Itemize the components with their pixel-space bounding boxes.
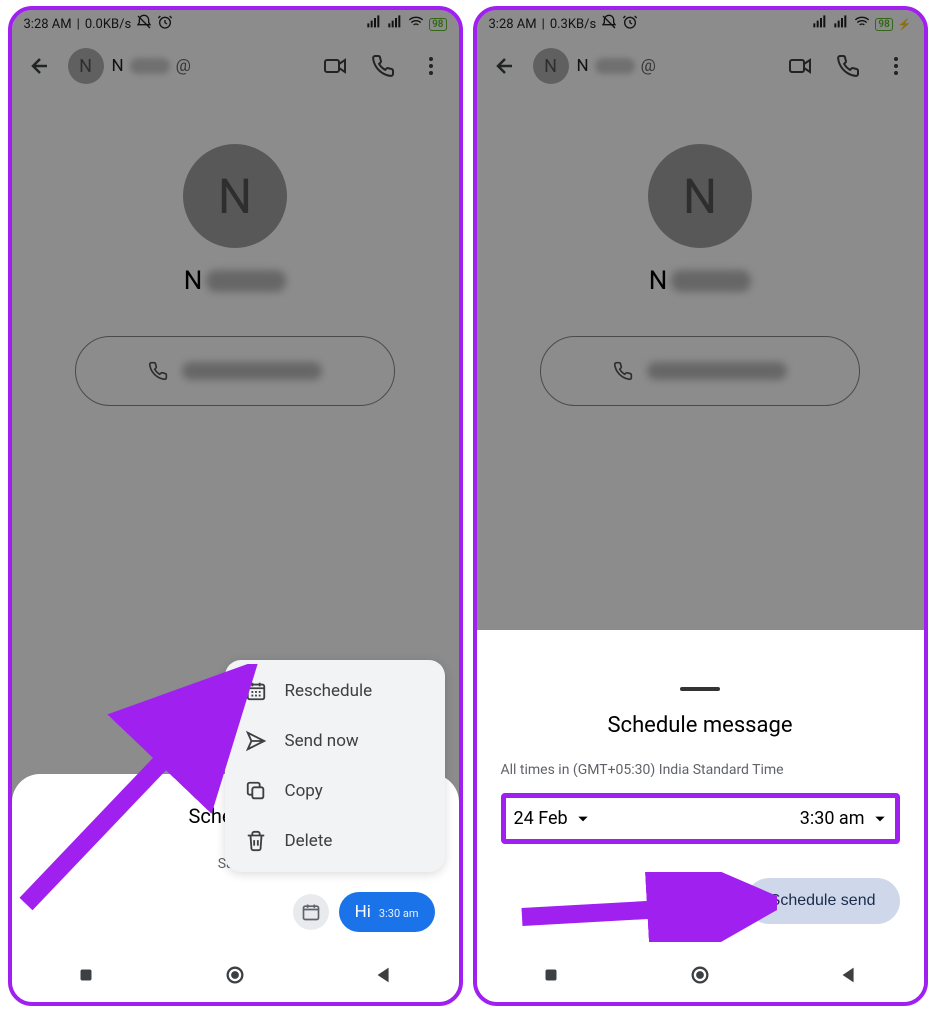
schedule-sheet: Schedule message All times in (GMT+05:30…	[477, 671, 924, 948]
contact-avatar-small[interactable]: N	[533, 48, 569, 84]
back-button[interactable]	[20, 46, 60, 86]
contact-name-large: N	[184, 266, 287, 296]
more-button[interactable]	[876, 46, 916, 86]
menu-copy[interactable]: Copy	[225, 766, 445, 816]
date-picker[interactable]: 24 Feb	[514, 808, 590, 829]
video-call-button[interactable]	[780, 46, 820, 86]
menu-label: Delete	[285, 831, 333, 851]
phone-number-chip[interactable]	[75, 336, 395, 406]
app-bar: N N @	[477, 38, 924, 94]
redacted-text	[206, 270, 286, 292]
redacted-text	[130, 58, 170, 74]
contact-title[interactable]: N @	[112, 56, 307, 76]
nav-recents[interactable]	[540, 964, 562, 986]
conversation-area: N N	[477, 94, 924, 406]
contact-title[interactable]: N @	[577, 56, 772, 76]
phone-number-chip[interactable]	[540, 336, 860, 406]
copy-icon	[245, 780, 267, 802]
redacted-text	[595, 58, 635, 74]
status-time: 3:28 AM	[24, 17, 72, 32]
signal-icon	[833, 14, 849, 34]
status-netspeed: 0.0KB/s	[85, 17, 131, 32]
left-screenshot: 3:28 AM | 0.0KB/s 98	[8, 6, 463, 1006]
battery-indicator: 98	[429, 18, 446, 31]
selected-date: 24 Feb	[514, 808, 568, 829]
nav-back[interactable]	[373, 964, 395, 986]
menu-label: Reschedule	[285, 681, 373, 701]
message-bubble[interactable]: Hi 3:30 am	[339, 892, 435, 932]
nav-home[interactable]	[689, 964, 711, 986]
redacted-text	[671, 270, 751, 292]
alarm-icon	[622, 14, 638, 34]
avatar-letter: N	[683, 168, 717, 225]
navigation-bar	[477, 948, 924, 1002]
context-menu: Reschedule Send now Copy Delete	[225, 660, 445, 872]
schedule-send-button[interactable]: Schedule send	[746, 878, 900, 924]
timezone-note: All times in (GMT+05:30) India Standard …	[501, 760, 900, 781]
avatar-letter: N	[79, 56, 92, 77]
contact-name: N	[112, 56, 124, 76]
status-time: 3:28 AM	[489, 17, 537, 32]
contact-name: N	[577, 56, 589, 76]
contact-avatar-large: N	[648, 144, 752, 248]
call-button[interactable]	[363, 46, 403, 86]
more-button[interactable]	[411, 46, 451, 86]
at-symbol: @	[641, 56, 656, 76]
app-bar: N N @	[12, 38, 459, 94]
signal-icon	[812, 14, 828, 34]
datetime-picker-row: 24 Feb 3:30 am	[501, 793, 900, 844]
menu-delete[interactable]: Delete	[225, 816, 445, 866]
sheet-title: Schedule message	[501, 713, 900, 738]
video-call-button[interactable]	[315, 46, 355, 86]
right-screenshot: 3:28 AM | 0.3KB/s 98 ⚡	[473, 6, 928, 1006]
chevron-down-icon	[873, 812, 887, 826]
schedule-icon[interactable]	[293, 894, 329, 930]
avatar-letter: N	[218, 168, 252, 225]
dnd-icon	[601, 14, 617, 34]
menu-send-now[interactable]: Send now	[225, 716, 445, 766]
status-bar: 3:28 AM | 0.3KB/s 98 ⚡	[477, 10, 924, 38]
alarm-icon	[157, 14, 173, 34]
status-netspeed: 0.3KB/s	[550, 17, 596, 32]
chevron-down-icon	[576, 812, 590, 826]
trash-icon	[245, 830, 267, 852]
nav-home[interactable]	[224, 964, 246, 986]
conversation-area: N N	[12, 94, 459, 406]
contact-name-large: N	[649, 266, 752, 296]
wifi-icon	[408, 14, 424, 34]
battery-indicator: 98	[875, 18, 892, 31]
send-icon	[245, 730, 267, 752]
navigation-bar	[12, 948, 459, 1002]
avatar-letter: N	[544, 56, 557, 77]
contact-avatar-large: N	[183, 144, 287, 248]
message-text: Hi	[355, 902, 371, 922]
menu-label: Send now	[285, 731, 359, 751]
message-time: 3:30 am	[379, 907, 419, 920]
charging-icon: ⚡	[898, 18, 912, 31]
contact-avatar-small[interactable]: N	[68, 48, 104, 84]
status-bar: 3:28 AM | 0.0KB/s 98	[12, 10, 459, 38]
calendar-icon	[245, 680, 267, 702]
at-symbol: @	[176, 56, 191, 76]
selected-time: 3:30 am	[800, 808, 865, 829]
time-picker[interactable]: 3:30 am	[800, 808, 887, 829]
scheduled-message-row: Hi 3:30 am	[32, 892, 439, 932]
redacted-text	[182, 362, 322, 380]
back-button[interactable]	[485, 46, 525, 86]
sheet-handle[interactable]	[680, 687, 720, 691]
dnd-icon	[136, 14, 152, 34]
signal-icon	[366, 14, 382, 34]
nav-back[interactable]	[838, 964, 860, 986]
signal-icon	[387, 14, 403, 34]
menu-reschedule[interactable]: Reschedule	[225, 666, 445, 716]
menu-label: Copy	[285, 781, 323, 801]
redacted-text	[647, 362, 787, 380]
call-button[interactable]	[828, 46, 868, 86]
wifi-icon	[854, 14, 870, 34]
nav-recents[interactable]	[75, 964, 97, 986]
